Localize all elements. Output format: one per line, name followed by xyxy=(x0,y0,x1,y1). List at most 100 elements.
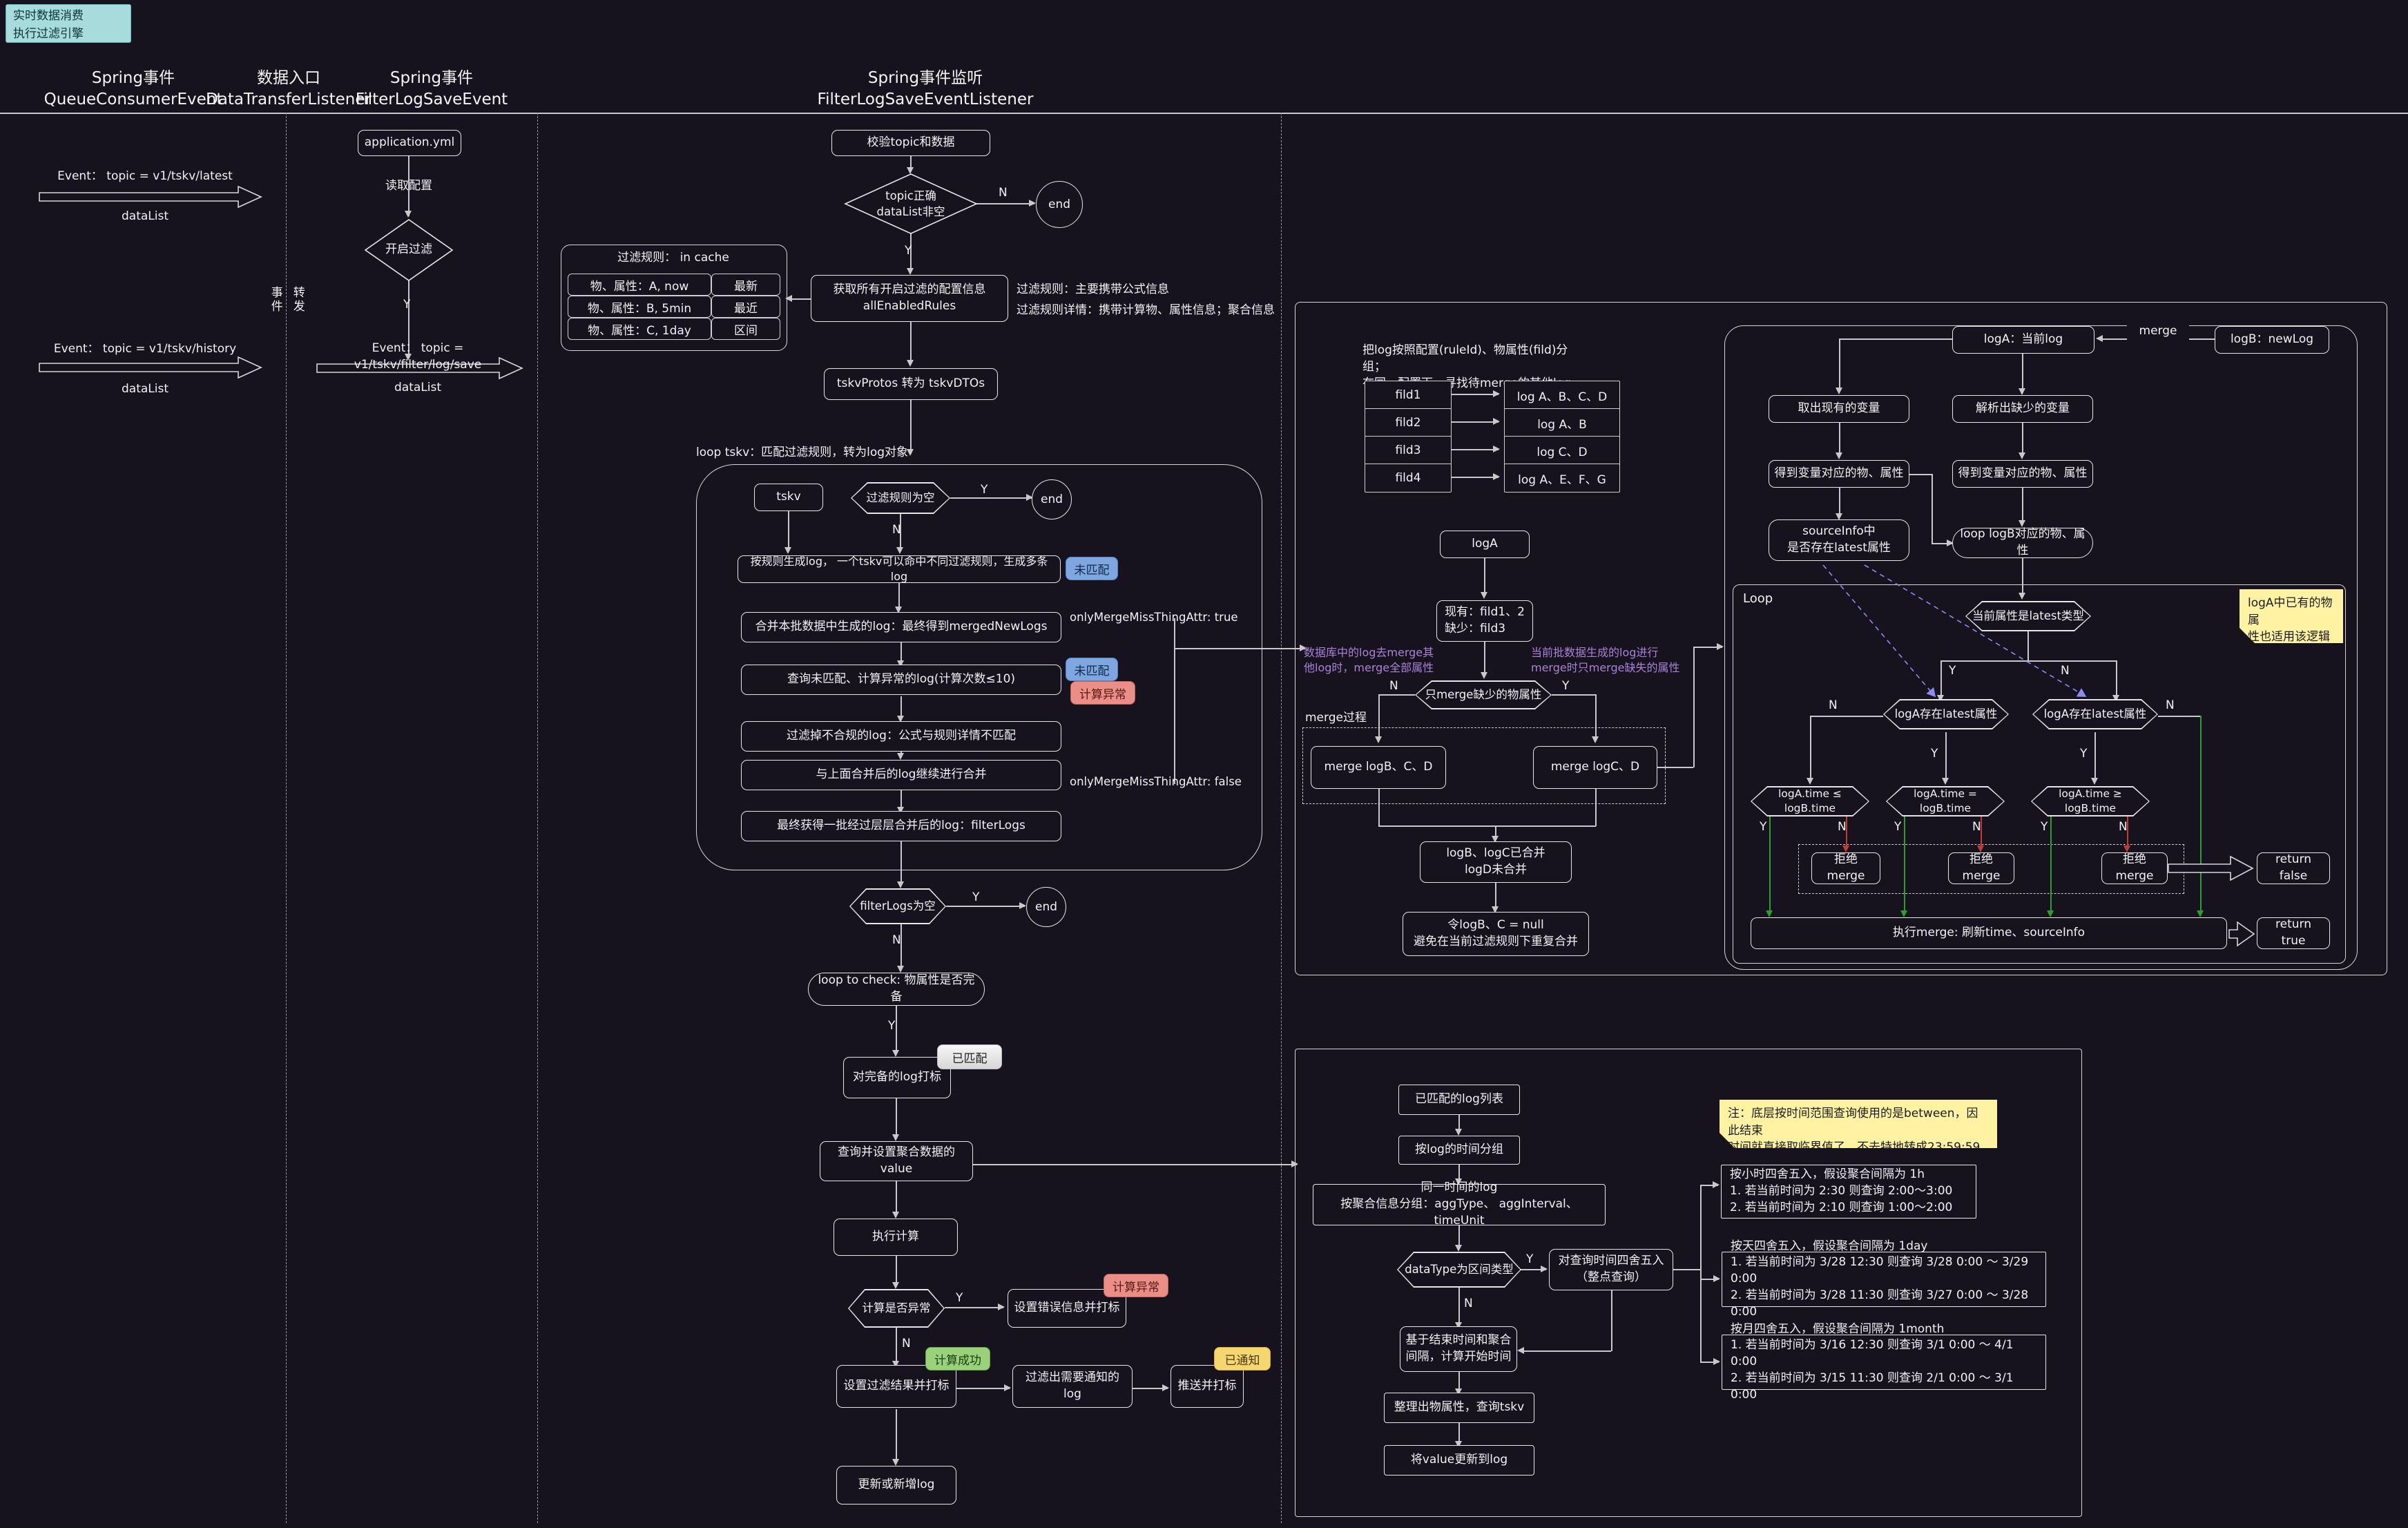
edge-label-y: Y xyxy=(888,1018,895,1035)
fild-log-cell: log A、B xyxy=(1504,408,1620,437)
event-arrow-latest xyxy=(39,187,261,207)
arrowhead xyxy=(907,167,914,174)
status-badge-calc-error: 计算异常 xyxy=(1070,681,1135,705)
connector xyxy=(910,322,912,364)
connector xyxy=(1945,732,1947,782)
arrowhead xyxy=(2047,910,2054,917)
connector xyxy=(956,1388,1010,1389)
node-set-null: 令logB、C = null 避免在当前过滤规则下重复合并 xyxy=(1403,912,1589,956)
arrowhead xyxy=(1900,910,1907,917)
status-badge-calc-error: 计算异常 xyxy=(1104,1274,1168,1297)
node-take-existing-vars: 取出现有的变量 xyxy=(1769,395,1909,423)
node-push-mark: 推送并打标 xyxy=(1171,1365,1244,1408)
end-node: end xyxy=(1026,887,1066,927)
node-final-filterlogs: 最终获得一批经过层层合并后的log：filterLogs xyxy=(741,811,1061,841)
lane-header-listener: Spring事件监听 FilterLogSaveEventListener xyxy=(798,68,1053,111)
decision-filterlogs-empty: filterLogs为空 xyxy=(849,888,946,924)
decision-calc-error: 计算是否异常 xyxy=(848,1289,945,1328)
sticky-note-between: 注：底层按时间范围查询使用的是between，因此结束 时间就直接取临界值了，不… xyxy=(1720,1100,1997,1148)
connector xyxy=(1810,716,1883,717)
node-loop-check-complete: loop to check: 物属性是否完备 xyxy=(808,973,985,1006)
node-reject-merge-3: 拒绝merge xyxy=(2101,852,2168,884)
arrowhead xyxy=(1004,1384,1011,1391)
node-have-missing: 现有：fild1、2 缺少：fild3 xyxy=(1436,600,1533,642)
connector xyxy=(1450,449,1499,450)
connector xyxy=(1484,558,1485,596)
merge-process-label: merge过程 xyxy=(1305,710,1367,727)
connector xyxy=(1657,767,1693,768)
edge-label-y: Y xyxy=(1562,678,1569,695)
connector xyxy=(1909,474,1932,475)
node-reject-merge-2: 拒绝merge xyxy=(1948,852,2014,884)
event-latest-payload: dataList xyxy=(41,209,249,225)
node-merged-state: logB、logC已合并 logD未合并 xyxy=(1420,841,1572,883)
arrowhead xyxy=(907,268,914,275)
arrowhead xyxy=(892,1134,899,1141)
arrowhead xyxy=(1493,473,1500,480)
edge-label-n: N xyxy=(2061,663,2070,680)
decision-rules-empty: 过滤规则为空 xyxy=(851,482,950,514)
label-only-merge-true: onlyMergeMissThingAttr: true xyxy=(1070,609,1263,625)
node-do-merge: 执行merge: 刷新time、sourceInfo xyxy=(1751,917,2227,949)
node-merge-bcd: merge logB、C、D xyxy=(1311,746,1446,789)
fild-cell: fild1 xyxy=(1365,381,1452,410)
arrowhead xyxy=(1481,592,1487,599)
edge-label-y: Y xyxy=(1526,1252,1533,1268)
arrowhead xyxy=(2096,335,2103,342)
edge-label-y: Y xyxy=(905,243,912,260)
node-get-enabled-rules: 获取所有开启过滤的配置信息 allEnabledRules xyxy=(811,275,1008,322)
arrowhead xyxy=(907,360,914,367)
status-badge-calc-ok: 计算成功 xyxy=(925,1347,990,1371)
arrowhead xyxy=(1493,446,1500,452)
edge-label-merge: merge xyxy=(2127,323,2189,340)
decision-datatype-range: dataType为区间类型 xyxy=(1397,1252,1521,1288)
node-calc-start-time: 基于结束时间和聚合 间隔，计算开始时间 xyxy=(1400,1326,1517,1372)
status-badge-notified: 已通知 xyxy=(1214,1347,1271,1371)
node-filter-invalid: 过滤掉不合规的log：公式与规则详情不匹配 xyxy=(741,721,1061,752)
connector xyxy=(1693,647,1695,767)
arrowhead xyxy=(892,1459,899,1466)
arrowhead xyxy=(1162,1384,1169,1391)
loop-label: Loop xyxy=(1743,590,1773,607)
end-node: end xyxy=(1036,181,1083,228)
node-query-unmatched: 查询未匹配、计算异常的log(计算次数≤10) xyxy=(741,665,1061,695)
arrowhead xyxy=(1807,778,1813,785)
connector xyxy=(896,1181,897,1216)
status-badge-unmatched: 未匹配 xyxy=(1066,658,1118,681)
node-matched-list: 已匹配的log列表 xyxy=(1398,1085,1520,1115)
header-separator-line xyxy=(0,113,2408,114)
node-generate-logs: 按规则生成log， 一个tskv可以命中不同过滤规则，生成多条log xyxy=(738,555,1061,583)
arrowhead xyxy=(897,881,904,888)
arrowhead xyxy=(1517,1347,1524,1354)
arrowhead xyxy=(784,547,791,554)
arrowhead xyxy=(1836,388,1842,394)
connector xyxy=(2027,631,2029,661)
connector-green xyxy=(2200,716,2202,915)
edge-label-y: Y xyxy=(1760,819,1766,836)
arrowhead xyxy=(1942,778,1949,785)
event-arrow-history xyxy=(39,357,261,378)
sticky-note-loga-logic: logA中已有的物属 性也适用该逻辑 xyxy=(2240,589,2343,643)
node-merge-batch: 合并本批数据中生成的log：最终得到mergedNewLogs xyxy=(741,612,1061,642)
node-get-attrs-left: 得到变量对应的物、属性 xyxy=(1769,460,1909,488)
arrowhead xyxy=(1455,1245,1462,1252)
connector xyxy=(896,1006,897,1054)
connector xyxy=(2022,354,2023,392)
decision-time-le: logA.time ≤ logB.time xyxy=(1751,786,1869,816)
edge-label-n: N xyxy=(902,1336,911,1353)
edge-label-n: N xyxy=(2166,698,2175,714)
fild-cell: fild2 xyxy=(1365,408,1452,437)
lane-divider-1 xyxy=(286,113,287,1523)
edge-label-n: N xyxy=(1829,698,1838,714)
connector xyxy=(896,1098,897,1138)
end-node: end xyxy=(1032,479,1072,519)
connector xyxy=(1839,338,1952,340)
node-collect-query-tskv: 整理出物属性，查询tskv xyxy=(1384,1393,1534,1423)
connector xyxy=(2022,423,2023,457)
arrowhead xyxy=(1766,910,1773,917)
edge-label-y: Y xyxy=(972,890,979,906)
node-application-yml: application.yml xyxy=(358,130,461,156)
connector xyxy=(1552,694,1595,696)
arrowhead xyxy=(1717,643,1724,650)
connector xyxy=(1595,694,1597,741)
